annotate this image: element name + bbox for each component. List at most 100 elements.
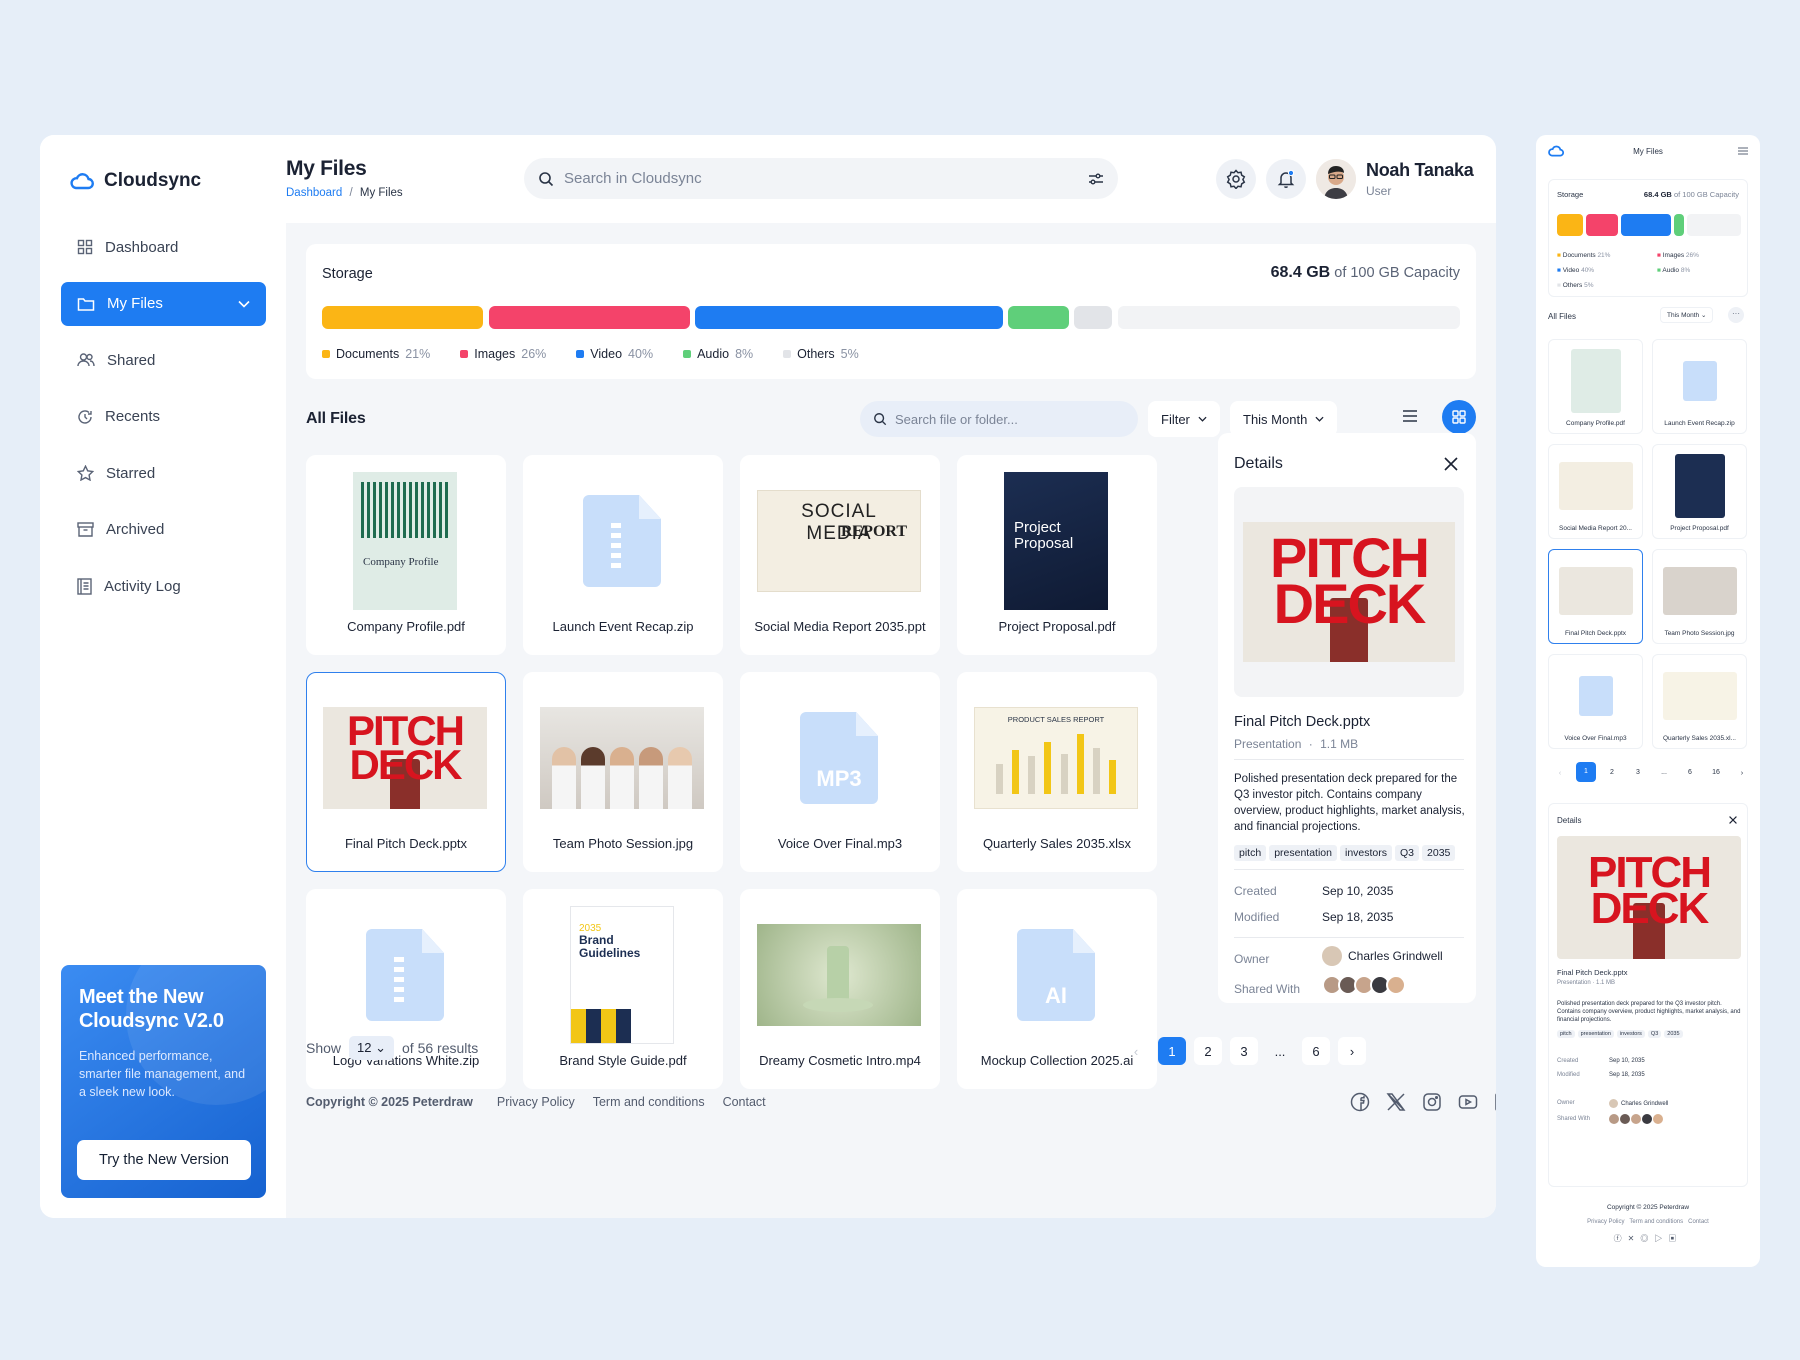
notifications-button[interactable] [1266, 159, 1306, 199]
file-card[interactable]: Team Photo Session.jpg [523, 672, 723, 872]
mini-more-button[interactable]: ··· [1728, 307, 1744, 323]
sidebar-item-dashboard[interactable]: Dashboard [61, 225, 266, 269]
file-search[interactable]: Search file or folder... [860, 401, 1138, 437]
tag[interactable]: investors [1616, 1030, 1645, 1038]
file-card[interactable]: Dreamy Cosmetic Intro.mp4 [740, 889, 940, 1089]
prev-page-button[interactable]: ‹ [1122, 1037, 1150, 1065]
mini-file-card[interactable]: Company Profile.pdf [1548, 339, 1643, 434]
shared-avatars[interactable] [1322, 975, 1406, 995]
mini-file-card[interactable]: Final Pitch Deck.pptx [1548, 549, 1643, 644]
legend-images: Images 26% [460, 347, 546, 361]
tag[interactable]: presentation [1269, 845, 1337, 861]
tag[interactable]: investors [1339, 845, 1392, 861]
mini-privacy-link[interactable]: Privacy Policy [1587, 1219, 1624, 1225]
linkedin-icon[interactable] [1494, 1092, 1496, 1112]
tag[interactable]: pitch [1557, 1030, 1575, 1038]
close-icon[interactable] [1729, 816, 1737, 824]
mini-page-button[interactable]: 3 [1628, 769, 1648, 776]
tag[interactable]: Q3 [1395, 845, 1420, 861]
period-dropdown[interactable]: This Month [1230, 401, 1338, 437]
sidebar-item-my-files[interactable]: My Files [61, 281, 266, 326]
mini-file-card[interactable]: Quarterly Sales 2035.xl... [1652, 654, 1747, 749]
file-card[interactable]: SOCIAL MEDIA REPORT Social Media Report 20… [740, 455, 940, 655]
privacy-policy-link[interactable]: Privacy Policy [497, 1095, 575, 1109]
mini-shared-avatars[interactable] [1609, 1114, 1663, 1124]
contact-link[interactable]: Contact [723, 1095, 766, 1109]
file-card[interactable]: Company Profile Company Profile.pdf [306, 455, 506, 655]
archive-icon [77, 522, 94, 537]
mini-file-card[interactable]: Launch Event Recap.zip [1652, 339, 1747, 434]
search-icon [874, 413, 887, 426]
page-button[interactable]: 6 [1302, 1037, 1330, 1065]
mini-page-button[interactable]: 1 [1576, 762, 1596, 782]
file-search-input[interactable]: Search file or folder... [895, 412, 1018, 427]
close-icon[interactable] [1444, 457, 1458, 471]
grid-view-button[interactable] [1442, 400, 1476, 434]
file-card[interactable]: PITCH DECK Final Pitch Deck.pptx [306, 672, 506, 872]
search-input[interactable]: Search in Cloudsync [564, 170, 702, 187]
global-search[interactable]: Search in Cloudsync [524, 158, 1118, 199]
file-card[interactable]: Launch Event Recap.zip [523, 455, 723, 655]
mini-legend-percent: 26% [1685, 252, 1699, 259]
instagram-icon[interactable]: ◎ [1640, 1234, 1654, 1243]
mini-file-card[interactable]: Project Proposal.pdf [1652, 444, 1747, 539]
facebook-icon[interactable]: ⓕ [1614, 1234, 1628, 1243]
mini-file-card[interactable]: Voice Over Final.mp3 [1548, 654, 1643, 749]
tag[interactable]: Q3 [1647, 1030, 1662, 1038]
x-icon[interactable] [1386, 1092, 1406, 1112]
sidebar-item-starred[interactable]: Starred [61, 451, 266, 495]
avatar [1609, 1114, 1619, 1124]
mini-next-button[interactable]: › [1732, 768, 1752, 777]
mini-file-card[interactable]: Team Photo Session.jpg [1652, 549, 1747, 644]
sidebar-item-archived[interactable]: Archived [61, 508, 266, 552]
tag[interactable]: pitch [1234, 845, 1267, 861]
tag[interactable]: 2035 [1664, 1030, 1683, 1038]
sidebar-item-activity-log[interactable]: Activity Log [61, 564, 266, 608]
tag[interactable]: 2035 [1422, 845, 1456, 861]
mini-period-dropdown[interactable]: This Month ⌄ [1660, 307, 1714, 323]
page-button[interactable]: 1 [1158, 1037, 1186, 1065]
next-page-button[interactable]: › [1338, 1037, 1366, 1065]
mini-file-card[interactable]: Social Media Report 20... [1548, 444, 1643, 539]
try-new-version-button[interactable]: Try the New Version [77, 1140, 251, 1180]
mini-page-button[interactable]: 2 [1602, 769, 1622, 776]
file-card[interactable]: MP3 Voice Over Final.mp3 [740, 672, 940, 872]
breadcrumb-dashboard-link[interactable]: Dashboard [286, 187, 342, 199]
terms-link[interactable]: Term and conditions [593, 1095, 705, 1109]
settings-button[interactable] [1216, 159, 1256, 199]
file-card[interactable]: PRODUCT SALES REPORT Quarterly Sales 2035… [957, 672, 1157, 872]
mini-page-button[interactable]: 6 [1680, 769, 1700, 776]
sliders-icon[interactable] [1088, 172, 1104, 186]
storage-capacity-text: of 100 GB Capacity [1334, 265, 1460, 281]
facebook-icon[interactable] [1350, 1092, 1370, 1112]
list-view-button[interactable] [1402, 409, 1418, 428]
x-icon[interactable]: ✕ [1628, 1234, 1641, 1243]
mini-page-button[interactable]: 16 [1706, 769, 1726, 776]
file-card[interactable]: Project Proposal Project Proposal.pdf [957, 455, 1157, 655]
mini-owner[interactable]: Charles Grindwell [1609, 1099, 1668, 1108]
owner[interactable]: Charles Grindwell [1322, 946, 1443, 966]
user-info[interactable]: Noah Tanaka User [1366, 160, 1474, 198]
page-button[interactable]: 2 [1194, 1037, 1222, 1065]
brand[interactable]: Cloudsync [70, 170, 201, 192]
file-card[interactable]: 2035 Brand Guidelines Brand Style Guide.pd… [523, 889, 723, 1089]
mini-terms-link[interactable]: Term and conditions [1629, 1219, 1683, 1225]
avatar[interactable] [1316, 159, 1356, 199]
page-button[interactable]: 3 [1230, 1037, 1258, 1065]
mini-prev-button[interactable]: ‹ [1550, 768, 1570, 777]
instagram-icon[interactable] [1422, 1092, 1442, 1112]
chart-bar [1011, 750, 1019, 794]
menu-icon[interactable] [1738, 147, 1748, 155]
sidebar-item-recents[interactable]: Recents [61, 395, 266, 439]
mini-contact-link[interactable]: Contact [1688, 1219, 1709, 1225]
youtube-icon[interactable]: ▷ [1654, 1234, 1668, 1243]
tag[interactable]: presentation [1577, 1030, 1614, 1038]
page-size-select[interactable]: 12 ⌄ [349, 1036, 395, 1060]
zip-file-icon [583, 495, 661, 587]
linkedin-icon[interactable]: ▣ [1668, 1234, 1682, 1243]
users-icon [77, 353, 95, 367]
chevron-down-icon[interactable] [238, 300, 250, 308]
youtube-icon[interactable] [1458, 1092, 1478, 1112]
sidebar-item-shared[interactable]: Shared [61, 338, 266, 382]
filter-dropdown[interactable]: Filter [1148, 401, 1220, 437]
